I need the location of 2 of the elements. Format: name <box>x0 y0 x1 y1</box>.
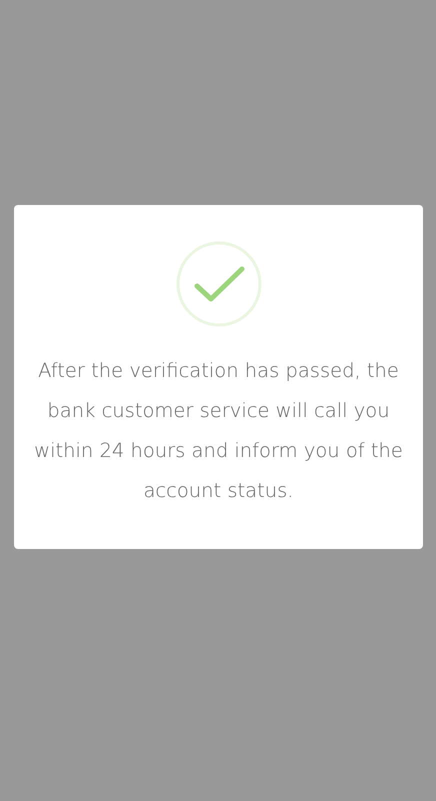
checkmark-icon <box>176 241 262 327</box>
message-text: After the verification has passed, the bank customer service will call you within 24 hours and inform you of the account status. <box>33 358 404 504</box>
